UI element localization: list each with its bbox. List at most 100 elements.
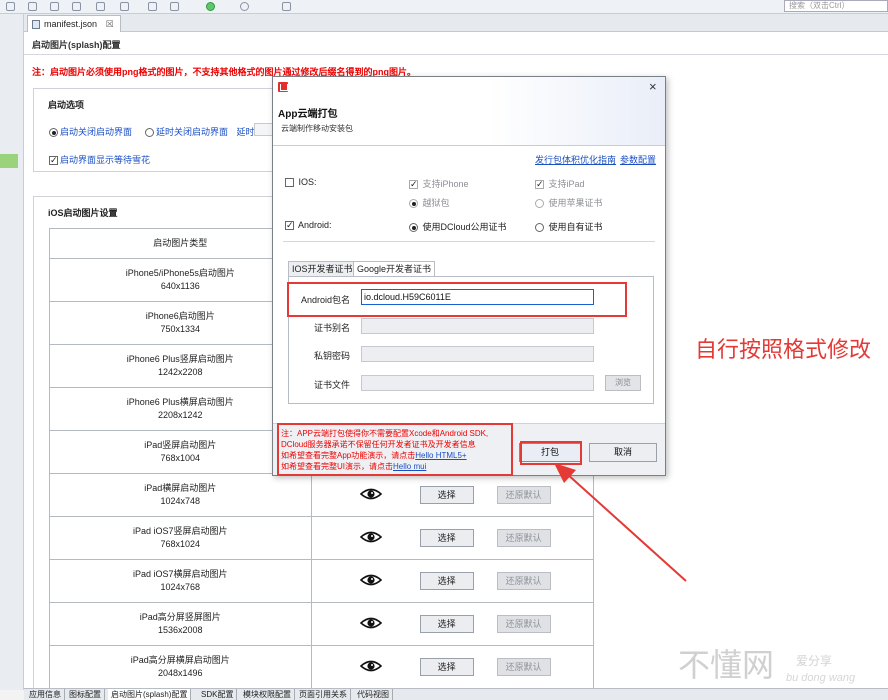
- table-row: iPad高分屏竖屏图片 1536x2008 选择 还原默认: [49, 602, 595, 646]
- copy-icon[interactable]: [170, 2, 179, 11]
- android-label: Android:: [298, 220, 332, 230]
- undo-icon[interactable]: [120, 2, 129, 11]
- cut-icon[interactable]: [148, 2, 157, 11]
- splash-type-cell: iPad高分屏横屏启动图片 2048x1496: [49, 645, 312, 689]
- tab-close-icon[interactable]: ☒: [106, 19, 114, 29]
- main-toolbar: 搜索（双击Ctrl）: [0, 0, 888, 14]
- eye-preview-icon[interactable]: [359, 530, 382, 544]
- ios-platform-check[interactable]: IOS:: [285, 177, 317, 187]
- radio-auto-close-label: 启动关闭启动界面: [60, 127, 133, 137]
- radio-delay-close[interactable]: 延时关闭启动界面 延时: [145, 125, 255, 138]
- settings-icon[interactable]: [282, 2, 291, 11]
- cert-file-input[interactable]: [361, 375, 594, 391]
- splash-type-size: 1024x748: [160, 496, 201, 506]
- params-config-link[interactable]: 参数配置: [620, 153, 656, 166]
- check-waiting[interactable]: 启动界面显示等待雪花: [49, 153, 150, 166]
- dialog-close-icon[interactable]: ×: [649, 79, 657, 94]
- splash-options-title: 启动选项: [48, 100, 85, 110]
- eye-preview-icon[interactable]: [359, 659, 382, 673]
- support-ipad-box[interactable]: [535, 179, 544, 189]
- title-divider: [24, 54, 888, 55]
- watermark-small: 爱分享: [796, 654, 833, 668]
- cert-file-label: 证书文件: [313, 380, 350, 390]
- tab-ios-cert[interactable]: IOS开发者证书: [288, 261, 357, 277]
- restore-default-button[interactable]: 还原默认: [496, 615, 551, 633]
- splash-type-size: 768x1024: [160, 539, 201, 549]
- ios-label: IOS:: [298, 177, 317, 187]
- bottom-tab-4[interactable]: 模块权限配置: [240, 689, 295, 700]
- browse-button[interactable]: 浏览: [605, 375, 641, 391]
- save-all-icon[interactable]: [72, 2, 81, 11]
- eye-preview-icon[interactable]: [359, 487, 382, 501]
- run-icon[interactable]: [206, 2, 215, 11]
- own-cert-radio[interactable]: 使用自有证书: [535, 220, 603, 233]
- own-cert-label: 使用自有证书: [548, 222, 603, 232]
- json-file-icon: [32, 20, 40, 29]
- select-image-button[interactable]: 选择: [419, 572, 474, 590]
- splash-type-name: iPad横屏启动图片: [144, 483, 217, 493]
- support-ipad-check[interactable]: 支持iPad: [535, 177, 585, 190]
- bottom-tab-0[interactable]: 应用信息: [26, 689, 65, 700]
- android-platform-check[interactable]: Android:: [285, 220, 332, 230]
- jailbreak-radio[interactable]: 越狱包: [409, 196, 450, 209]
- bottom-tab-2[interactable]: 启动图片(splash)配置: [108, 689, 192, 700]
- radio-auto-close[interactable]: 启动关闭启动界面: [49, 125, 132, 138]
- cloud-pack-dialog: × App云端打包 云端制作移动安装包 发行包体积优化指南 参数配置 IOS: …: [272, 76, 666, 476]
- table-row: iPad iOS7横屏启动图片 1024x768 选择 还原默认: [49, 559, 595, 603]
- dialog-header: × App云端打包 云端制作移动安装包: [273, 77, 665, 145]
- eye-preview-icon[interactable]: [359, 573, 382, 587]
- optimize-guide-link[interactable]: 发行包体积优化指南: [535, 153, 616, 166]
- apple-cert-radio[interactable]: 使用苹果证书: [535, 196, 603, 209]
- watermark: 不懂网 爱分享 bu dong wang: [678, 640, 888, 696]
- android-check-box[interactable]: [285, 220, 294, 230]
- splash-type-name: iPad高分屏竖屏图片: [139, 612, 221, 622]
- cert-alias-input[interactable]: [361, 318, 594, 334]
- eye-preview-icon[interactable]: [359, 616, 382, 630]
- tab-google-cert[interactable]: Google开发者证书: [353, 261, 436, 277]
- private-key-input[interactable]: [361, 346, 594, 362]
- new-file-icon[interactable]: [6, 2, 15, 11]
- dialog-section-divider: [283, 241, 655, 242]
- apple-cert-radio-dot[interactable]: [535, 199, 544, 208]
- cert-alias-label: 证书别名: [313, 323, 350, 333]
- bottom-tab-6[interactable]: 代码视图: [354, 689, 393, 700]
- bottom-tab-3[interactable]: SDK配置: [198, 689, 238, 700]
- own-cert-radio-dot[interactable]: [535, 223, 544, 232]
- support-ipad-label: 支持iPad: [548, 179, 585, 189]
- restore-default-button[interactable]: 还原默认: [496, 658, 551, 676]
- annotation-text: 自行按照格式修改: [695, 338, 872, 363]
- ios-splash-title: iOS启动图片设置: [48, 208, 118, 218]
- select-image-button[interactable]: 选择: [419, 658, 474, 676]
- jailbreak-radio-dot[interactable]: [409, 199, 418, 208]
- splash-type-name: iPad iOS7横屏启动图片: [133, 569, 228, 579]
- check-waiting-box[interactable]: [49, 155, 58, 165]
- search-input[interactable]: 搜索（双击Ctrl）: [784, 0, 888, 12]
- print-icon[interactable]: [96, 2, 105, 11]
- package-name-highlight: [287, 282, 627, 317]
- select-image-button[interactable]: 选择: [419, 486, 474, 504]
- dcloud-cert-radio-dot[interactable]: [409, 223, 418, 232]
- select-image-button[interactable]: 选择: [419, 615, 474, 633]
- ios-check-box[interactable]: [285, 178, 294, 187]
- delay-input[interactable]: [254, 123, 274, 136]
- save-icon[interactable]: [50, 2, 59, 11]
- check-waiting-label: 启动界面显示等待雪花: [60, 155, 151, 165]
- dcloud-cert-radio[interactable]: 使用DCloud公用证书: [409, 220, 507, 233]
- radio-delay-close-dot[interactable]: [145, 128, 154, 137]
- support-iphone-check[interactable]: 支持iPhone: [409, 177, 469, 190]
- debug-icon[interactable]: [240, 2, 249, 11]
- radio-auto-close-dot[interactable]: [49, 128, 58, 137]
- splash-op-cell: 选择 还原默认: [310, 645, 595, 689]
- support-iphone-box[interactable]: [409, 179, 418, 189]
- select-image-button[interactable]: 选择: [419, 529, 474, 547]
- watermark-pinyin: bu dong wang: [786, 672, 856, 684]
- jailbreak-label: 越狱包: [422, 198, 450, 208]
- bottom-tab-1[interactable]: 图标配置: [66, 689, 105, 700]
- dialog-header-divider: [273, 145, 665, 146]
- bottom-tab-5[interactable]: 页面引用关系: [296, 689, 351, 700]
- hbuilder-logo-icon: [278, 82, 288, 92]
- splash-type-cell: iPad横屏启动图片 1024x748: [49, 473, 312, 517]
- tab-manifest[interactable]: manifest.json ☒: [27, 15, 121, 32]
- dcloud-cert-label: 使用DCloud公用证书: [422, 222, 507, 232]
- open-file-icon[interactable]: [28, 2, 37, 11]
